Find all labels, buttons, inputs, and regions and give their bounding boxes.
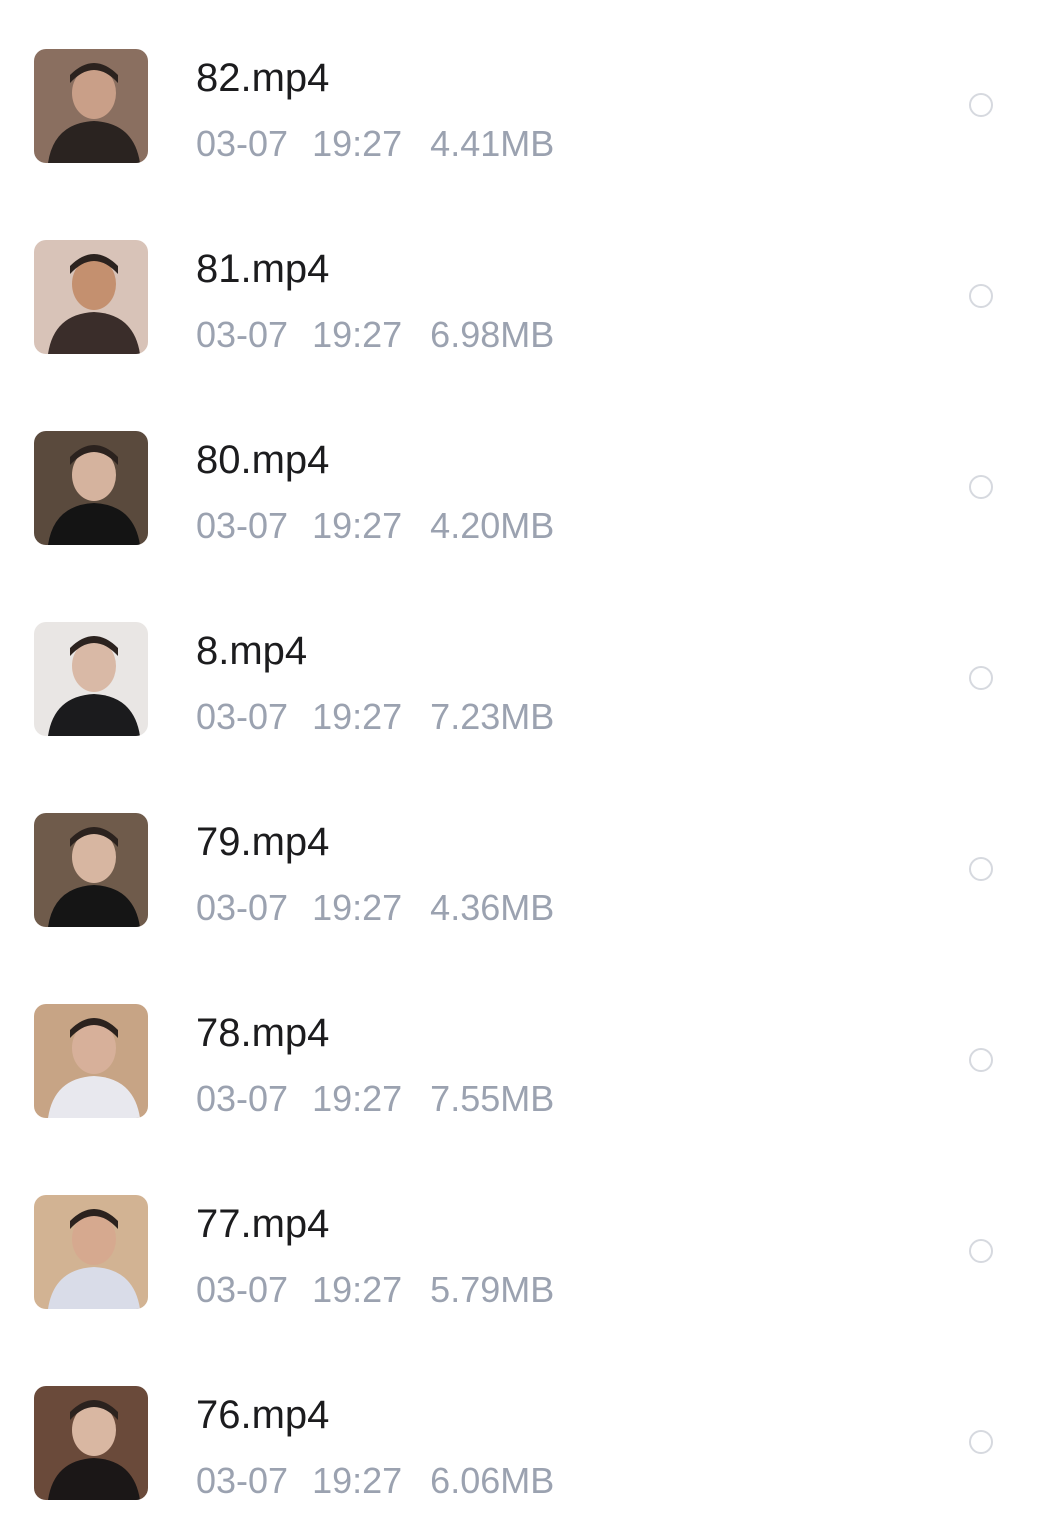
- file-time: 19:27: [312, 1078, 403, 1119]
- file-row[interactable]: 79.mp4 03-07 19:27 4.36MB: [0, 764, 1051, 955]
- video-thumbnail[interactable]: [34, 431, 148, 545]
- video-thumbnail-icon: [34, 49, 148, 163]
- video-thumbnail[interactable]: [34, 1386, 148, 1500]
- file-date: 03-07: [196, 696, 289, 737]
- file-row[interactable]: 81.mp4 03-07 19:27 6.98MB: [0, 191, 1051, 382]
- file-name: 77.mp4: [196, 1202, 330, 1246]
- video-thumbnail[interactable]: [34, 1195, 148, 1309]
- file-name: 82.mp4: [196, 56, 330, 100]
- file-time: 19:27: [312, 696, 403, 737]
- select-radio-button[interactable]: [969, 1239, 993, 1263]
- file-meta: 03-07 19:27 4.41MB: [196, 120, 554, 168]
- file-size: 7.23MB: [430, 696, 555, 737]
- file-meta: 03-07 19:27 4.20MB: [196, 502, 554, 550]
- select-radio-button[interactable]: [969, 857, 993, 881]
- select-radio-button[interactable]: [969, 284, 993, 308]
- file-meta: 03-07 19:27 5.79MB: [196, 1266, 554, 1314]
- select-radio-button[interactable]: [969, 93, 993, 117]
- file-name: 76.mp4: [196, 1393, 330, 1437]
- file-size: 5.79MB: [430, 1269, 555, 1310]
- select-radio-button[interactable]: [969, 1048, 993, 1072]
- file-date: 03-07: [196, 1078, 289, 1119]
- select-radio-button[interactable]: [969, 475, 993, 499]
- file-date: 03-07: [196, 1269, 289, 1310]
- video-thumbnail-icon: [34, 1386, 148, 1500]
- file-row[interactable]: 78.mp4 03-07 19:27 7.55MB: [0, 955, 1051, 1146]
- file-date: 03-07: [196, 1460, 289, 1501]
- file-time: 19:27: [312, 887, 403, 928]
- file-meta: 03-07 19:27 7.55MB: [196, 1075, 554, 1123]
- file-row[interactable]: 77.mp4 03-07 19:27 5.79MB: [0, 1146, 1051, 1337]
- select-radio-button[interactable]: [969, 666, 993, 690]
- file-size: 4.36MB: [430, 887, 555, 928]
- video-thumbnail-icon: [34, 1004, 148, 1118]
- file-meta: 03-07 19:27 4.36MB: [196, 884, 554, 932]
- file-size: 4.41MB: [430, 123, 555, 164]
- file-row[interactable]: 8.mp4 03-07 19:27 7.23MB: [0, 573, 1051, 764]
- file-date: 03-07: [196, 505, 289, 546]
- file-time: 19:27: [312, 505, 403, 546]
- file-time: 19:27: [312, 314, 403, 355]
- file-meta: 03-07 19:27 6.06MB: [196, 1457, 554, 1505]
- file-time: 19:27: [312, 1269, 403, 1310]
- file-size: 7.55MB: [430, 1078, 555, 1119]
- file-row[interactable]: 82.mp4 03-07 19:27 4.41MB: [0, 0, 1051, 191]
- video-thumbnail-icon: [34, 813, 148, 927]
- file-name: 79.mp4: [196, 820, 330, 864]
- file-list: 82.mp4 03-07 19:27 4.41MB 81.mp4 03-07 19:27 6.…: [0, 0, 1051, 1501]
- file-name: 80.mp4: [196, 438, 330, 482]
- video-thumbnail-icon: [34, 431, 148, 545]
- file-date: 03-07: [196, 887, 289, 928]
- file-time: 19:27: [312, 123, 403, 164]
- video-thumbnail[interactable]: [34, 622, 148, 736]
- file-row[interactable]: 80.mp4 03-07 19:27 4.20MB: [0, 382, 1051, 573]
- file-size: 6.98MB: [430, 314, 555, 355]
- video-thumbnail[interactable]: [34, 49, 148, 163]
- video-thumbnail-icon: [34, 1195, 148, 1309]
- file-date: 03-07: [196, 314, 289, 355]
- file-size: 4.20MB: [430, 505, 555, 546]
- file-row[interactable]: 76.mp4 03-07 19:27 6.06MB: [0, 1337, 1051, 1528]
- video-thumbnail-icon: [34, 622, 148, 736]
- video-thumbnail[interactable]: [34, 240, 148, 354]
- file-date: 03-07: [196, 123, 289, 164]
- file-name: 8.mp4: [196, 629, 308, 673]
- file-time: 19:27: [312, 1460, 403, 1501]
- file-meta: 03-07 19:27 7.23MB: [196, 693, 554, 741]
- file-name: 81.mp4: [196, 247, 330, 291]
- file-size: 6.06MB: [430, 1460, 555, 1501]
- select-radio-button[interactable]: [969, 1430, 993, 1454]
- video-thumbnail-icon: [34, 240, 148, 354]
- file-name: 78.mp4: [196, 1011, 330, 1055]
- file-meta: 03-07 19:27 6.98MB: [196, 311, 554, 359]
- video-thumbnail[interactable]: [34, 813, 148, 927]
- video-thumbnail[interactable]: [34, 1004, 148, 1118]
